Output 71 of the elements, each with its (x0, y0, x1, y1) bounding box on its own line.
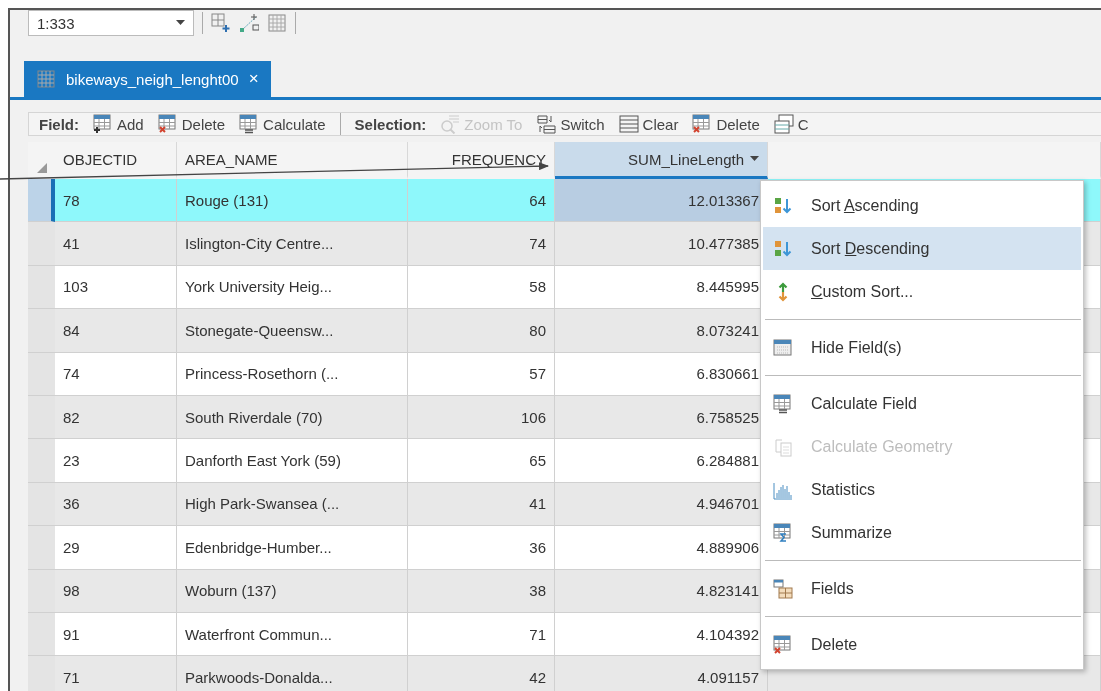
table-cell: 36 (55, 482, 177, 527)
table-cell: Islington-City Centre... (177, 222, 408, 266)
corner-triangle-icon[interactable] (36, 163, 47, 173)
summarize-table-icon (773, 522, 793, 543)
table-cell: 74 (55, 352, 177, 396)
table-tab[interactable]: bikeways_neigh_lenght00 × (24, 61, 271, 97)
calculate-table-icon (773, 393, 793, 414)
toolbar-button[interactable]: Add (93, 114, 144, 134)
grid-points-icon (239, 13, 259, 33)
table-icon (36, 69, 56, 89)
table-cell: 57 (408, 352, 555, 396)
toolbar-button[interactable]: Switch (536, 114, 605, 134)
table-cell: 64 (408, 179, 555, 223)
sort-ascending-icon (773, 195, 793, 216)
toolbar-group-label: Field: (39, 115, 79, 133)
sort-descending-icon (773, 238, 793, 259)
toolbar-button[interactable]: C (773, 114, 809, 134)
table-cell: 98 (55, 569, 177, 613)
table-cell: Stonegate-Queensw... (177, 309, 408, 353)
lines-icon (618, 114, 639, 134)
toolbar-button[interactable]: Delete (692, 114, 760, 134)
table-cell: Danforth East York (59) (177, 439, 408, 483)
geometry-icon (773, 436, 793, 457)
fields-table-icon (773, 578, 793, 599)
table-cell: 78 (55, 179, 177, 223)
table-cell: 29 (55, 526, 177, 570)
dropdown-caret-icon (176, 20, 185, 26)
table-cell: 82 (55, 395, 177, 440)
sort-caret-icon (750, 156, 759, 162)
table-cell: 84 (55, 309, 177, 353)
table-cell: 91 (55, 612, 177, 657)
grid-icon (267, 13, 287, 33)
table-cell: 42 (408, 656, 555, 691)
table-cell: 4.091157 (555, 656, 768, 691)
table-cell: 71 (408, 612, 555, 657)
table-cell: 12.013367 (555, 179, 768, 223)
table-cell: 65 (408, 439, 555, 483)
menu-item[interactable]: Sort Descending (763, 227, 1081, 270)
table-cell: 23 (55, 439, 177, 483)
table-cell: 38 (408, 569, 555, 613)
table-cell: Princess-Rosethorn (... (177, 352, 408, 396)
table-cell: 71 (55, 656, 177, 691)
table-cell: 80 (408, 309, 555, 353)
table-cell: South Riverdale (70) (177, 395, 408, 440)
toolbar-button[interactable]: Calculate (239, 114, 326, 134)
table-cell: Edenbridge-Humber... (177, 526, 408, 570)
toolbar-button[interactable]: Delete (157, 114, 226, 134)
scale-combo-box[interactable]: 1:333 (28, 10, 194, 36)
tab-title: bikeways_neigh_lenght00 (66, 70, 239, 88)
table-cell: High Park-Swansea (... (177, 482, 408, 527)
table-cell: 41 (408, 482, 555, 527)
table-cell: 74 (408, 222, 555, 266)
table-cell: 41 (55, 222, 177, 266)
table-cell: 106 (408, 395, 555, 440)
table-cell: Rouge (131) (177, 179, 408, 223)
table-cell: 103 (55, 265, 177, 310)
close-icon[interactable]: × (248, 69, 259, 89)
hidden-field-icon (773, 337, 793, 358)
table-cell: Parkwoods-Donalda... (177, 656, 408, 691)
delete-table-icon (773, 634, 793, 655)
switch-icon (536, 114, 557, 134)
table-cell: 36 (408, 526, 555, 570)
row-header[interactable] (28, 179, 55, 223)
table-cell: 58 (408, 265, 555, 310)
toolbar-button[interactable]: Clear (618, 114, 679, 134)
table-cell: York University Heig... (177, 265, 408, 310)
toolbar-group-label: Selection: (354, 115, 427, 133)
table-cell: Woburn (137) (177, 569, 408, 613)
column-header[interactable]: SUM_LineLength (555, 142, 768, 179)
table-cell: Waterfront Commun... (177, 612, 408, 657)
add-grid-icon (211, 13, 231, 33)
